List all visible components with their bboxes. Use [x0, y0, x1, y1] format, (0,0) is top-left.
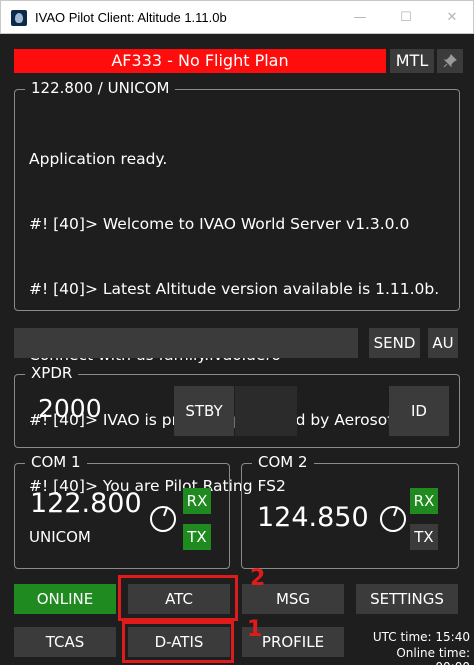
tcas-button[interactable]: TCAS: [14, 627, 116, 657]
pin-icon: [443, 54, 457, 68]
chat-line: #! [40]> Welcome to IVAO World Server v1…: [29, 214, 410, 233]
title-bar: IVAO Pilot Client: Altitude 1.11.0b — ☐ …: [0, 0, 474, 34]
minimize-button[interactable]: —: [337, 1, 383, 34]
com1-station: UNICOM: [29, 528, 91, 546]
step-marker-2: 2: [250, 566, 266, 591]
chat-line: Application ready.: [29, 149, 168, 168]
com1-label: COM 1: [25, 453, 87, 471]
com2-frequency[interactable]: 124.850: [257, 502, 369, 533]
online-button[interactable]: ONLINE: [14, 584, 116, 614]
pin-button[interactable]: [437, 49, 463, 73]
au-button[interactable]: AU: [428, 328, 458, 358]
ivao-app-icon: [11, 10, 27, 26]
settings-button[interactable]: SETTINGS: [356, 584, 458, 614]
chat-channel-label: 122.800 / UNICOM: [25, 79, 176, 97]
utc-time: UTC time: 15:40: [372, 630, 470, 644]
transponder-panel: XPDR 2000 STBY ID: [14, 364, 460, 448]
com2-rx-button[interactable]: RX: [410, 488, 438, 514]
chat-panel: 122.800 / UNICOM Application ready. #! […: [14, 79, 460, 495]
online-time: Online time: 00:00: [396, 646, 470, 665]
window-title: IVAO Pilot Client: Altitude 1.11.0b: [35, 10, 227, 25]
xpdr-mode-indicator[interactable]: [235, 386, 297, 436]
ident-button[interactable]: ID: [389, 386, 449, 436]
step-marker-1: 1: [247, 617, 263, 642]
com2-tuning-knob-icon[interactable]: [380, 506, 406, 532]
send-button[interactable]: SEND: [369, 328, 420, 358]
com1-tuning-knob-icon[interactable]: [150, 506, 176, 532]
com2-tx-button[interactable]: TX: [410, 524, 438, 550]
com1-frequency[interactable]: 122.800: [30, 488, 142, 519]
com2-panel: COM 2 124.850 RX TX: [241, 453, 459, 569]
xpdr-code[interactable]: 2000: [38, 394, 102, 423]
com1-rx-button[interactable]: RX: [183, 488, 211, 514]
chat-line: #! [40]> Latest Altitude version availab…: [29, 280, 440, 299]
com1-tx-button[interactable]: TX: [183, 524, 211, 550]
xpdr-label: XPDR: [25, 364, 79, 382]
com1-panel: COM 1 122.800 UNICOM RX TX: [14, 453, 230, 569]
datis-highlight-box: [122, 621, 234, 663]
atc-highlight-box: [118, 575, 238, 621]
com2-label: COM 2: [252, 453, 314, 471]
mtl-button[interactable]: MTL: [390, 49, 434, 73]
close-button[interactable]: ✕: [429, 1, 474, 34]
stby-button[interactable]: STBY: [174, 386, 234, 436]
message-input[interactable]: [14, 328, 358, 358]
maximize-button[interactable]: ☐: [383, 1, 429, 34]
callsign-status-bar[interactable]: AF333 - No Flight Plan: [14, 49, 386, 73]
